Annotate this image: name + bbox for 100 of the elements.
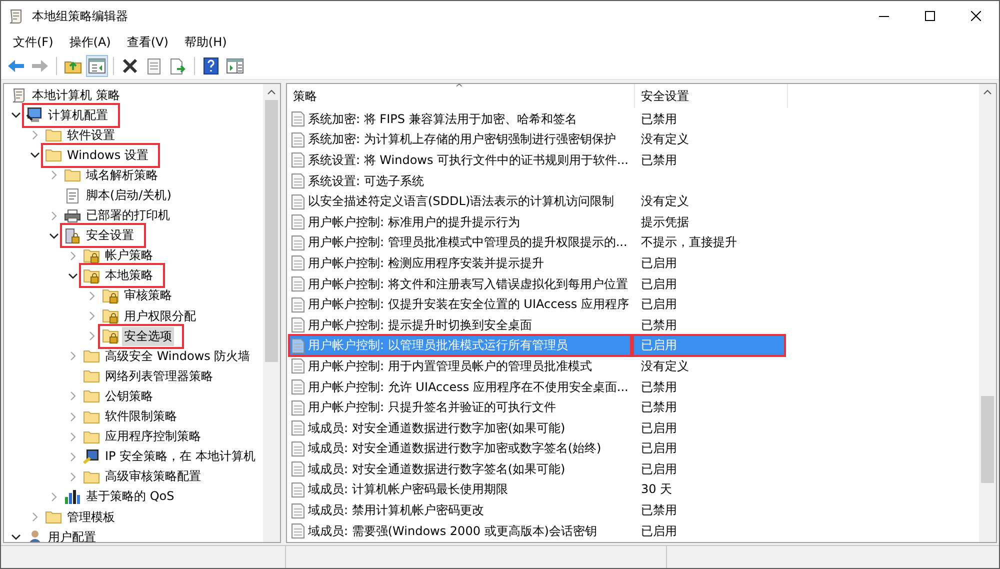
policy-name: 域成员: 对安全通道数据进行数字加密或数字签名(始终) xyxy=(308,440,602,458)
policy-row[interactable]: 系统设置: 将 Windows 可执行文件中的证书规则用于软件... 已禁用 xyxy=(290,150,786,171)
menu-item[interactable]: 文件(F) xyxy=(5,32,62,52)
policy-row[interactable]: 用户帐户控制: 检测应用程序安装并提示提升 已启用 xyxy=(290,253,786,274)
scrollbar-thumb[interactable] xyxy=(265,100,278,362)
tree-item[interactable]: 应用程序控制策略 xyxy=(103,427,203,446)
policy-name: 用户帐户控制: 用于内置管理员帐户的管理员批准模式 xyxy=(308,358,593,375)
scrollbar-thumb[interactable] xyxy=(981,396,994,483)
expanded-chevron-icon[interactable] xyxy=(11,112,21,118)
tree-item[interactable]: 软件限制策略 xyxy=(103,407,179,426)
tree-item[interactable]: 网络列表管理器策略 xyxy=(103,366,215,386)
collapsed-chevron-icon[interactable] xyxy=(70,432,76,442)
policy-icon xyxy=(290,296,306,313)
policy-row[interactable]: 域成员: 需要强(Windows 2000 或更高版本)会话密钥 已启用 xyxy=(290,520,786,542)
policy-icon xyxy=(290,482,306,498)
policy-name: 用户帐户控制: 检测应用程序安装并提示提升 xyxy=(308,254,545,272)
column-header[interactable]: 安全设置 xyxy=(635,84,788,108)
collapsed-chevron-icon[interactable] xyxy=(70,250,76,261)
collapsed-chevron-icon[interactable] xyxy=(51,492,57,502)
policy-row[interactable]: 以安全描述符定义语言(SDDL)语法表示的计算机访问限制 没有定义 xyxy=(290,191,786,212)
collapsed-chevron-icon[interactable] xyxy=(70,351,76,362)
list-scrollbar[interactable] xyxy=(979,84,996,542)
collapsed-chevron-icon[interactable] xyxy=(70,472,76,482)
tree-item[interactable]: 帐户策略 xyxy=(103,246,155,266)
security-setting: 已禁用 xyxy=(640,399,678,416)
policy-name: 域成员: 计算机帐户密码最长使用期限 xyxy=(308,481,509,498)
policy-icon xyxy=(290,111,306,128)
bar-chart-icon xyxy=(64,489,81,504)
policy-row[interactable]: 用户帐户控制: 仅提升安装在安全位置的 UIAccess 应用程序 已启用 xyxy=(290,294,786,315)
tree-item[interactable]: 安全设置 xyxy=(84,226,136,246)
policy-row[interactable]: 系统加密: 为计算机上存储的用户密钥强制进行强密钥保护 没有定义 xyxy=(290,130,786,150)
locked-folder-icon xyxy=(102,308,119,324)
policy-row[interactable]: 用户帐户控制: 只提升签名并验证的可执行文件 已禁用 xyxy=(290,397,786,418)
policy-row[interactable]: 系统设置: 可选子系统 xyxy=(290,170,786,192)
expanded-chevron-icon[interactable] xyxy=(30,152,40,158)
policy-row[interactable]: 域成员: 对安全通道数据进行数字加密(如果可能) 已启用 xyxy=(290,418,786,438)
policy-icon xyxy=(290,152,306,168)
tree-item[interactable]: 安全选项 xyxy=(122,326,174,346)
collapsed-chevron-icon[interactable] xyxy=(51,170,57,180)
maximize-icon xyxy=(925,11,935,21)
policy-icon xyxy=(290,317,306,334)
folder-icon xyxy=(83,389,100,404)
expanded-chevron-icon[interactable] xyxy=(68,272,78,279)
tree-item[interactable]: 高级安全 Windows 防火墙 xyxy=(103,346,252,366)
tree-item[interactable]: 计算机配置 xyxy=(46,106,110,125)
folder-icon xyxy=(83,430,100,444)
policy-row[interactable]: 域成员: 对安全通道数据进行数字签名(如果可能) 已启用 xyxy=(290,459,786,480)
menu-item[interactable]: 帮助(H) xyxy=(176,32,235,52)
policy-name: 用户帐户控制: 允许 UIAccess 应用程序在不使用安全桌面... xyxy=(308,378,630,396)
tree-item[interactable]: 高级审核策略配置 xyxy=(103,467,203,486)
policy-row[interactable]: 域成员: 禁用计算机帐户密码更改 已禁用 xyxy=(290,500,786,521)
tree-item[interactable]: 用户权限分配 xyxy=(122,306,198,326)
menu-item[interactable]: 操作(A) xyxy=(61,32,119,52)
collapsed-chevron-icon[interactable] xyxy=(32,130,38,140)
collapsed-chevron-icon[interactable] xyxy=(89,290,95,301)
policy-row[interactable]: 域成员: 计算机帐户密码最长使用期限 30 天 xyxy=(290,480,786,500)
tree-item[interactable]: 基于策略的 QoS xyxy=(84,487,176,506)
policy-name: 用户帐户控制: 将文件和注册表写入错误虚拟化到每用户位置 xyxy=(308,276,629,293)
policy-row[interactable]: 系统加密: 将 FIPS 兼容算法用于加密、哈希和签名 已禁用 xyxy=(290,109,786,130)
show-pane-icon[interactable] xyxy=(86,55,108,77)
collapsed-chevron-icon[interactable] xyxy=(32,512,38,522)
tree-item[interactable]: 用户配置 xyxy=(46,528,98,542)
column-header[interactable]: 策略 ^ xyxy=(287,84,635,108)
security-setting: 没有定义 xyxy=(640,131,690,148)
policy-row[interactable]: 用户帐户控制: 标准用户的提升提示行为 提示凭据 xyxy=(290,212,786,233)
expanded-chevron-icon[interactable] xyxy=(11,534,21,540)
policy-row[interactable]: 用户帐户控制: 管理员批准模式中管理员的提升权限提示的... 不提示，直接提升 xyxy=(290,232,786,254)
policy-row[interactable]: 用户帐户控制: 提示提升时切换到安全桌面 已禁用 xyxy=(290,314,786,336)
menu-item[interactable]: 查看(V) xyxy=(118,32,176,52)
tree-item[interactable]: 本地计算机 策略 xyxy=(30,86,122,105)
collapsed-chevron-icon[interactable] xyxy=(70,391,76,402)
security-setting: 已启用 xyxy=(640,522,678,540)
tree-item[interactable]: 审核策略 xyxy=(122,286,174,306)
tree-item[interactable]: 公钥策略 xyxy=(103,386,155,406)
collapsed-chevron-icon[interactable] xyxy=(89,331,95,342)
collapsed-chevron-icon[interactable] xyxy=(70,452,76,462)
script-icon xyxy=(64,188,81,204)
policy-row[interactable]: 用户帐户控制: 允许 UIAccess 应用程序在不使用安全桌面... 已禁用 xyxy=(290,376,786,398)
tree-scrollbar[interactable] xyxy=(263,84,280,542)
policy-name: 域成员: 需要强(Windows 2000 或更高版本)会话密钥 xyxy=(308,522,598,540)
tree-item[interactable]: 管理模板 xyxy=(65,508,117,527)
policy-icon xyxy=(290,420,306,436)
policy-row[interactable]: 用户帐户控制: 用于内置管理员帐户的管理员批准模式 没有定义 xyxy=(290,356,786,377)
tree-item[interactable]: Windows 设置 xyxy=(65,146,150,165)
collapsed-chevron-icon[interactable] xyxy=(70,412,76,422)
policy-row[interactable]: 域成员: 对安全通道数据进行数字加密或数字签名(始终) 已启用 xyxy=(290,438,786,460)
policy-row[interactable]: 用户帐户控制: 将文件和注册表写入错误虚拟化到每用户位置 已启用 xyxy=(290,274,786,294)
tree-item[interactable]: 本地策略 xyxy=(103,266,155,286)
tree-item[interactable]: 域名解析策略 xyxy=(84,166,160,185)
policy-icon xyxy=(290,276,306,292)
collapsed-chevron-icon[interactable] xyxy=(51,210,57,221)
window-title: 本地组策略编辑器 xyxy=(32,8,128,24)
tree-item[interactable]: 软件设置 xyxy=(65,126,117,145)
tree-item[interactable]: IP 安全策略，在 本地计算机 xyxy=(103,447,258,466)
security-setting: 已启用 xyxy=(632,336,784,356)
expanded-chevron-icon[interactable] xyxy=(49,232,59,239)
collapsed-chevron-icon[interactable] xyxy=(89,311,95,322)
tree-item[interactable]: 脚本(启动/关机) xyxy=(84,186,174,206)
policy-icon xyxy=(290,214,306,230)
tree-item[interactable]: 已部署的打印机 xyxy=(84,206,172,226)
